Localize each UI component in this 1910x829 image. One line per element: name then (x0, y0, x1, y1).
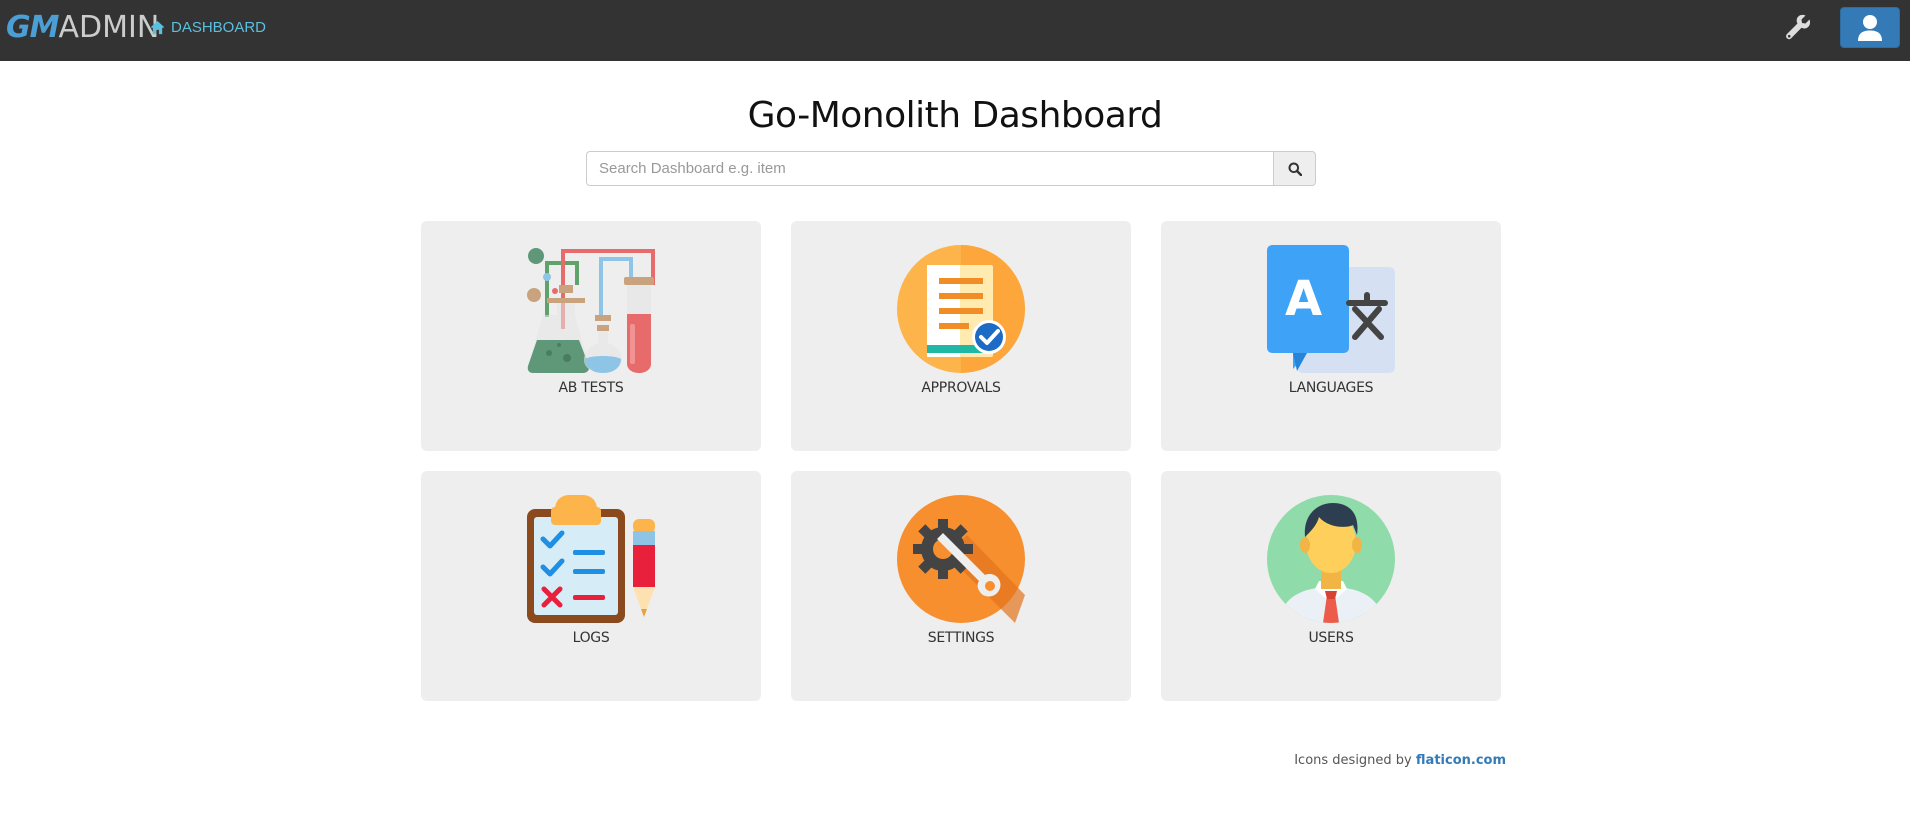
brand-gm: GM (6, 10, 59, 45)
tile-label: USERS (1308, 630, 1354, 646)
tile-label: AB TESTS (558, 380, 624, 396)
search-input[interactable] (586, 151, 1273, 186)
page-title: Go-Monolith Dashboard (747, 95, 1163, 136)
tools-button[interactable] (1783, 12, 1813, 42)
search-button[interactable] (1273, 151, 1316, 186)
user-menu-button[interactable] (1840, 7, 1900, 48)
tile-approvals[interactable]: APPROVALS (791, 221, 1131, 451)
top-navbar: GMADMIN DASHBOARD (0, 0, 1910, 61)
attribution-text: Icons designed by (1294, 753, 1412, 768)
tile-label: LOGS (572, 630, 610, 646)
icon-attribution: Icons designed by flaticon.com (1294, 753, 1506, 768)
lab-flasks-icon (527, 248, 655, 373)
flaticon-link[interactable]: flaticon.com (1416, 753, 1506, 768)
search-bar (586, 151, 1316, 186)
home-icon (150, 20, 165, 34)
translate-icon: A (1267, 245, 1395, 373)
checklist-clipboard-icon (527, 495, 655, 623)
dashboard-nav-link[interactable]: DASHBOARD (150, 17, 266, 37)
tile-users[interactable]: USERS (1161, 471, 1501, 701)
tile-languages[interactable]: A LANGUAGES (1161, 221, 1501, 451)
brand-admin: ADMIN (58, 10, 160, 45)
tile-label: LANGUAGES (1288, 380, 1374, 396)
svg-text:A: A (1285, 271, 1322, 327)
tile-label: APPROVALS (921, 380, 1001, 396)
user-icon (1858, 14, 1882, 41)
wrench-icon (1786, 14, 1811, 40)
settings-gear-wrench-icon (897, 495, 1025, 623)
tile-label: SETTINGS (927, 630, 995, 646)
search-icon (1288, 162, 1302, 176)
tile-settings[interactable]: SETTINGS (791, 471, 1131, 701)
user-avatar-icon (1267, 495, 1395, 623)
tile-ab-tests[interactable]: AB TESTS (421, 221, 761, 451)
brand-logo[interactable]: GMADMIN (6, 12, 159, 44)
approval-document-icon (897, 245, 1025, 373)
dashboard-nav-label: DASHBOARD (171, 18, 267, 36)
tile-logs[interactable]: LOGS (421, 471, 761, 701)
